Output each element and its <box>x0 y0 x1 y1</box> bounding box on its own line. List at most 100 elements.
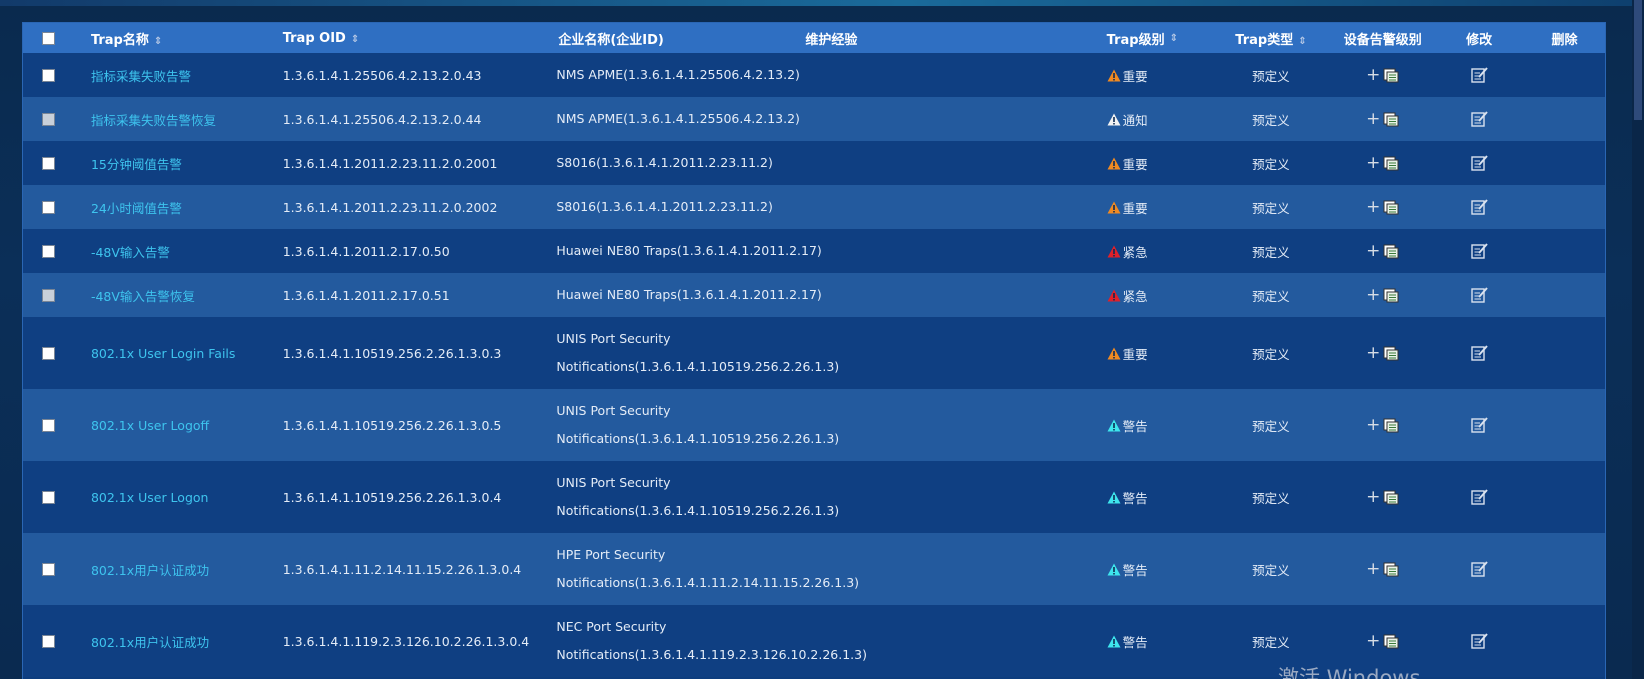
row-checkbox[interactable] <box>42 112 56 126</box>
add-icon[interactable]: + <box>1366 110 1380 128</box>
vendor-line: UNIS Port Security <box>556 475 671 490</box>
device-level-list-icon[interactable] <box>1383 490 1399 505</box>
trap-name-link[interactable]: 24小时阈值告警 <box>75 198 267 217</box>
vendor-line: NEC Port Security <box>556 619 667 634</box>
edit-icon[interactable] <box>1470 489 1488 505</box>
row-checkbox[interactable] <box>42 68 56 82</box>
trap-level-label: 重要 <box>1122 68 1148 84</box>
page-scrollbar[interactable] <box>1632 0 1644 679</box>
edit-icon[interactable] <box>1470 287 1488 303</box>
row-checkbox[interactable] <box>42 562 56 576</box>
row-checkbox[interactable] <box>42 346 56 360</box>
device-level-cell: + <box>1331 154 1434 172</box>
device-level-list-icon[interactable] <box>1383 112 1399 127</box>
vendor-line: NMS APME(1.3.6.1.4.1.25506.4.2.13.2) <box>556 67 800 82</box>
row-checkbox[interactable] <box>42 634 56 648</box>
row-checkbox[interactable] <box>42 418 56 432</box>
add-icon[interactable]: + <box>1366 286 1380 304</box>
table-row: 指标采集失败告警恢复 1.3.6.1.4.1.25506.4.2.13.2.0.4… <box>23 97 1605 141</box>
trap-name-link[interactable]: 802.1x User Logoff <box>75 418 267 433</box>
header-trap-oid[interactable]: Trap OID ⇕ <box>267 31 543 46</box>
vendor-line: S8016(1.3.6.1.4.1.2011.2.23.11.2) <box>556 155 773 170</box>
add-icon[interactable]: + <box>1366 198 1380 216</box>
header-trap-oid-label: Trap OID <box>282 30 346 46</box>
warning-triangle-icon <box>1107 491 1121 503</box>
trap-type: 预定义 <box>1252 200 1290 216</box>
vendor-cell: UNIS Port Security Notifications(1.3.6.1.… <box>542 397 1090 453</box>
sort-icon[interactable]: ⇕ <box>1170 33 1178 44</box>
device-level-list-icon[interactable] <box>1383 200 1399 215</box>
device-level-list-icon[interactable] <box>1383 288 1399 303</box>
device-level-cell: + <box>1331 344 1434 362</box>
row-checkbox[interactable] <box>42 200 56 214</box>
edit-icon[interactable] <box>1470 633 1488 649</box>
trap-type: 预定义 <box>1252 112 1290 128</box>
add-icon[interactable]: + <box>1366 560 1380 578</box>
add-icon[interactable]: + <box>1366 632 1380 650</box>
edit-cell <box>1434 633 1524 649</box>
trap-name-link[interactable]: 15分钟阈值告警 <box>75 154 267 173</box>
add-icon[interactable]: + <box>1366 242 1380 260</box>
trap-level-cell: 警告 <box>1091 560 1211 579</box>
device-level-list-icon[interactable] <box>1383 156 1399 171</box>
device-level-list-icon[interactable] <box>1383 562 1399 577</box>
device-level-list-icon[interactable] <box>1383 244 1399 259</box>
add-icon[interactable]: + <box>1366 344 1380 362</box>
header-trap-name-label: Trap名称 <box>90 32 149 48</box>
device-level-cell: + <box>1331 242 1434 260</box>
trap-type: 预定义 <box>1252 634 1290 650</box>
trap-name-link[interactable]: 指标采集失败告警 <box>75 66 267 85</box>
edit-icon[interactable] <box>1470 111 1488 127</box>
device-level-list-icon[interactable] <box>1383 418 1399 433</box>
trap-name-link[interactable]: -48V输入告警恢复 <box>75 286 267 305</box>
windows-activation-watermark: 激活 Windows <box>1278 666 1421 679</box>
device-level-list-icon[interactable] <box>1383 634 1399 649</box>
trap-name-link[interactable]: 802.1x用户认证成功 <box>75 560 267 579</box>
trap-level-cell: 警告 <box>1091 488 1211 507</box>
header-trap-name[interactable]: Trap名称 ⇕ <box>75 29 267 48</box>
select-all-cell <box>23 31 75 45</box>
vendor-line: Notifications(1.3.6.1.4.1.10519.256.2.26… <box>556 359 840 374</box>
row-checkbox[interactable] <box>42 288 56 302</box>
table-row: 802.1x User Logon 1.3.6.1.4.1.10519.256.2… <box>23 461 1605 533</box>
edit-icon[interactable] <box>1470 345 1488 361</box>
row-checkbox[interactable] <box>42 244 56 258</box>
row-select-cell <box>23 288 75 302</box>
vendor-line: UNIS Port Security <box>556 403 671 418</box>
add-icon[interactable]: + <box>1366 488 1380 506</box>
add-icon[interactable]: + <box>1366 154 1380 172</box>
trap-type: 预定义 <box>1252 288 1290 304</box>
add-icon[interactable]: + <box>1366 66 1380 84</box>
trap-name-link[interactable]: 802.1x User Login Fails <box>75 346 267 361</box>
trap-level-label: 重要 <box>1122 156 1148 172</box>
edit-icon[interactable] <box>1470 417 1488 433</box>
header-trap-level[interactable]: Trap级别 ⇕ <box>1091 29 1211 48</box>
trap-type: 预定义 <box>1252 68 1290 84</box>
row-checkbox[interactable] <box>42 490 56 504</box>
vendor-cell: UNIS Port Security Notifications(1.3.6.1.… <box>542 469 1090 525</box>
scrollbar-thumb[interactable] <box>1634 0 1642 120</box>
vendor-cell: HPE Port Security Notifications(1.3.6.1.4… <box>542 541 1090 597</box>
trap-name-link[interactable]: -48V输入告警 <box>75 242 267 261</box>
row-checkbox[interactable] <box>42 156 56 170</box>
edit-icon[interactable] <box>1470 243 1488 259</box>
select-all-checkbox[interactable] <box>42 31 56 45</box>
edit-icon[interactable] <box>1470 67 1488 83</box>
edit-icon[interactable] <box>1470 155 1488 171</box>
edit-icon[interactable] <box>1470 199 1488 215</box>
device-level-list-icon[interactable] <box>1383 68 1399 83</box>
sort-icon[interactable]: ⇕ <box>351 34 359 45</box>
trap-level-label: 重要 <box>1122 200 1148 216</box>
edit-icon[interactable] <box>1470 561 1488 577</box>
header-trap-type-label: Trap类型 <box>1235 32 1294 48</box>
trap-level-label: 警告 <box>1122 634 1148 650</box>
sort-icon[interactable]: ⇕ <box>154 36 162 47</box>
trap-name-link[interactable]: 802.1x用户认证成功 <box>75 632 267 651</box>
trap-name-link[interactable]: 802.1x User Logon <box>75 490 267 505</box>
trap-name-link[interactable]: 指标采集失败告警恢复 <box>75 110 267 129</box>
device-level-list-icon[interactable] <box>1383 346 1399 361</box>
device-level-cell: + <box>1331 632 1434 650</box>
header-trap-type[interactable]: Trap类型 ⇕ <box>1211 29 1332 48</box>
sort-icon[interactable]: ⇕ <box>1298 36 1306 47</box>
add-icon[interactable]: + <box>1366 416 1380 434</box>
